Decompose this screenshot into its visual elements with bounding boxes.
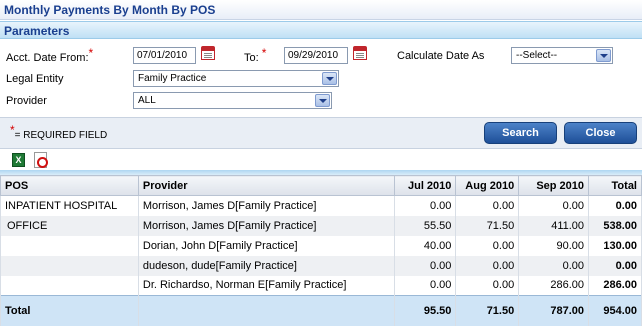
chevron-down-icon	[596, 49, 611, 62]
pos-cell	[0, 255, 139, 276]
total-label: Total	[0, 295, 139, 326]
total-provider-cell	[137, 295, 395, 326]
pdf-icon[interactable]	[34, 152, 48, 168]
table-row: dudeson, dude[Family Practice] 0.00 0.00…	[0, 255, 642, 276]
pos-cell	[0, 235, 139, 256]
required-note-text: = REQUIRED FIELD	[14, 130, 108, 141]
chevron-down-icon	[322, 72, 337, 85]
required-marker: *	[88, 46, 94, 60]
table-row: Dorian, John D[Family Practice] 40.00 0.…	[0, 235, 642, 256]
legal-entity-label: Legal Entity	[6, 73, 64, 85]
column-header-aug-2010[interactable]: Aug 2010	[455, 175, 520, 196]
export-toolbar	[0, 150, 642, 172]
pos-cell: INPATIENT HOSPITAL	[0, 195, 139, 216]
aug-cell: 0.00	[455, 255, 520, 276]
provider-label: Provider	[6, 95, 47, 107]
legal-entity-select[interactable]: Family Practice	[133, 70, 339, 87]
sep-cell: 0.00	[518, 255, 590, 276]
results-table: POS Provider Jul 2010 Aug 2010 Sep 2010 …	[0, 175, 642, 326]
provider-select[interactable]: ALL	[133, 92, 332, 109]
aug-cell: 0.00	[455, 195, 520, 216]
total-jul-cell: 95.50	[393, 295, 457, 326]
provider-value: ALL	[138, 95, 156, 106]
legal-entity-value: Family Practice	[138, 73, 207, 84]
acct-date-from-label-text: Acct. Date From:	[6, 52, 89, 64]
column-header-jul-2010[interactable]: Jul 2010	[393, 175, 457, 196]
sep-cell: 90.00	[518, 235, 590, 256]
page-title: Monthly Payments By Month By POS	[4, 3, 216, 17]
close-button[interactable]: Close	[564, 122, 637, 144]
pos-cell: OFFICE	[0, 215, 139, 236]
acct-date-to-input[interactable]	[284, 47, 348, 64]
calendar-from-icon[interactable]	[201, 46, 215, 60]
provider-cell: dudeson, dude[Family Practice]	[137, 255, 395, 276]
chevron-down-icon	[315, 94, 330, 107]
required-marker: *	[261, 46, 267, 60]
column-header-provider[interactable]: Provider	[137, 175, 395, 196]
column-header-sep-2010[interactable]: Sep 2010	[518, 175, 590, 196]
total-row: Total 95.50 71.50 787.00 954.00	[0, 295, 642, 326]
acct-date-from-input[interactable]	[133, 47, 196, 64]
table-header-row: POS Provider Jul 2010 Aug 2010 Sep 2010 …	[0, 175, 642, 196]
provider-cell: Morrison, James D[Family Practice]	[137, 215, 395, 236]
jul-cell: 0.00	[393, 255, 457, 276]
jul-cell: 40.00	[393, 235, 457, 256]
search-button[interactable]: Search	[484, 122, 557, 144]
to-label-text: To:	[244, 52, 259, 64]
provider-cell: Morrison, James D[Family Practice]	[137, 195, 395, 216]
total-sep-cell: 787.00	[518, 295, 590, 326]
jul-cell: 0.00	[393, 275, 457, 296]
column-header-pos[interactable]: POS	[0, 175, 139, 196]
sep-cell: 0.00	[518, 195, 590, 216]
required-note: *= REQUIRED FIELD	[10, 123, 108, 141]
jul-cell: 0.00	[393, 195, 457, 216]
to-label: To: *	[244, 46, 266, 64]
table-row: INPATIENT HOSPITAL Morrison, James D[Fam…	[0, 195, 642, 216]
aug-cell: 0.00	[455, 275, 520, 296]
total-cell: 0.00	[588, 195, 642, 216]
aug-cell: 0.00	[455, 235, 520, 256]
grand-total-cell: 954.00	[588, 295, 642, 326]
required-marker: *	[10, 123, 15, 137]
parameters-header: Parameters	[0, 21, 642, 39]
pos-cell	[0, 275, 139, 296]
total-cell: 130.00	[588, 235, 642, 256]
table-row: Dr. Richardso, Norman E[Family Practice]…	[0, 275, 642, 296]
calculate-date-as-value: --Select--	[516, 50, 558, 61]
sep-cell: 411.00	[518, 215, 590, 236]
total-aug-cell: 71.50	[455, 295, 520, 326]
total-cell: 0.00	[588, 255, 642, 276]
acct-date-from-label: Acct. Date From:*	[6, 46, 93, 64]
title-bar: Monthly Payments By Month By POS	[0, 0, 642, 20]
table-row: OFFICE Morrison, James D[Family Practice…	[0, 215, 642, 236]
calendar-to-icon[interactable]	[353, 46, 367, 60]
calculate-date-as-label: Calculate Date As	[397, 50, 485, 62]
total-cell: 286.00	[588, 275, 642, 296]
parameters-title: Parameters	[4, 24, 70, 38]
calculate-date-as-select[interactable]: --Select--	[511, 47, 613, 64]
jul-cell: 55.50	[393, 215, 457, 236]
provider-cell: Dr. Richardso, Norman E[Family Practice]	[137, 275, 395, 296]
column-header-total[interactable]: Total	[588, 175, 642, 196]
sep-cell: 286.00	[518, 275, 590, 296]
provider-cell: Dorian, John D[Family Practice]	[137, 235, 395, 256]
excel-icon[interactable]: X	[12, 153, 25, 167]
total-cell: 538.00	[588, 215, 642, 236]
aug-cell: 71.50	[455, 215, 520, 236]
